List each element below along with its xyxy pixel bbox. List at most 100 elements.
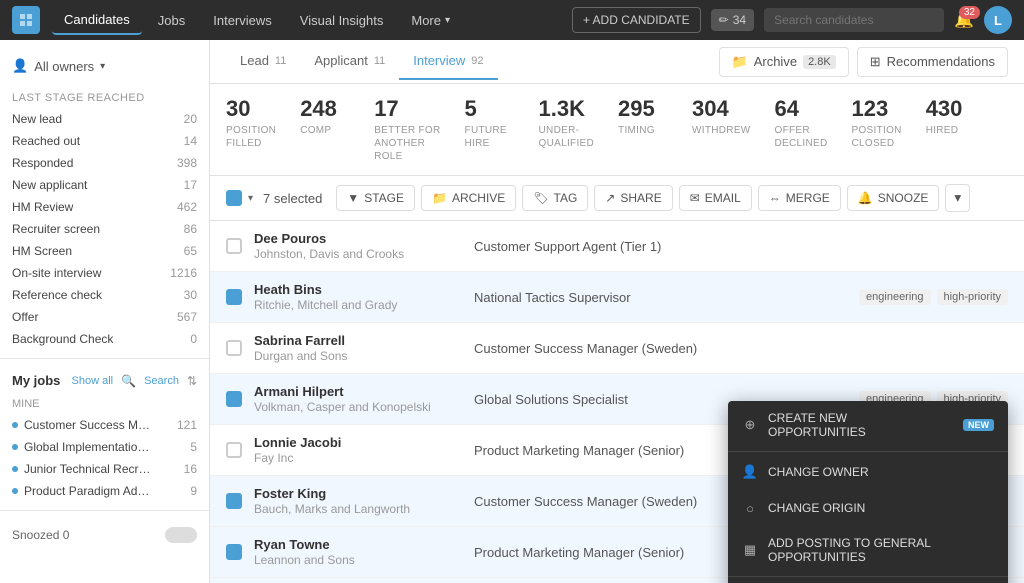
sidebar: 👤 All owners ▾ Last stage reached New le… — [0, 40, 210, 583]
toolbar-email-button[interactable]: ✉EMAIL — [679, 185, 752, 211]
candidate-row[interactable]: Heath Bins Ritchie, Mitchell and Grady N… — [210, 272, 1024, 323]
sidebar-stage-row[interactable]: Reference check30 — [0, 284, 209, 306]
search-input[interactable] — [764, 8, 944, 32]
candidate-tags: engineeringhigh-priority — [859, 289, 1008, 305]
candidate-company: Ritchie, Mitchell and Grady — [254, 298, 474, 312]
sidebar-stage-row[interactable]: Reached out14 — [0, 130, 209, 152]
snoozed-row: Snoozed 0 — [0, 519, 209, 551]
context-menu-icon: ▦ — [742, 542, 758, 558]
select-all-area: ▾ — [226, 190, 253, 206]
stat-item: 304WITHDREW — [692, 96, 751, 163]
mine-label: MINE — [0, 394, 209, 414]
sidebar-stage-row[interactable]: New lead20 — [0, 108, 209, 130]
context-menu-item-4[interactable]: ⊗ CANCEL CAMPAIGNS — [728, 579, 1008, 583]
context-menu-item-1[interactable]: 👤 CHANGE OWNER — [728, 454, 1008, 490]
job-row[interactable]: Product Paradigm Administrator9 — [0, 480, 209, 502]
context-menu-item-0[interactable]: ⊕ CREATE NEW OPPORTUNITIES NEW — [728, 401, 1008, 449]
context-menu-label: CHANGE ORIGIN — [768, 501, 865, 515]
candidate-row[interactable]: Sabrina Farrell Durgan and Sons Customer… — [210, 323, 1024, 374]
nav-interviews[interactable]: Interviews — [201, 7, 284, 34]
context-menu-item-2[interactable]: ○ CHANGE ORIGIN — [728, 490, 1008, 526]
stat-item: 123POSITION CLOSED — [852, 96, 902, 163]
sidebar-stage-row[interactable]: On-site interview1216 — [0, 262, 209, 284]
tab-applicant[interactable]: Applicant11 — [300, 43, 399, 80]
toolbar-merge-button[interactable]: ⇔MERGE — [758, 185, 841, 211]
stats-container: 30POSITION FILLED248COMP17BETTER FOR ANO… — [226, 96, 976, 163]
toolbar-snooze-button[interactable]: 🔔SNOOZE — [847, 185, 940, 211]
nav-visual-insights[interactable]: Visual Insights — [288, 7, 396, 34]
context-menu-icon: ○ — [742, 500, 758, 516]
show-all-link[interactable]: Show all — [72, 375, 114, 387]
row-checkbox[interactable] — [226, 238, 242, 254]
user-avatar[interactable]: L — [984, 6, 1012, 34]
stat-item: 1.3KUNDER- QUALIFIED — [539, 96, 595, 163]
context-menu-items: ⊕ CREATE NEW OPPORTUNITIES NEW 👤 CHANGE … — [728, 401, 1008, 583]
candidate-row[interactable]: Dee Pouros Johnston, Davis and Crooks Cu… — [210, 221, 1024, 272]
nav-jobs[interactable]: Jobs — [146, 7, 197, 34]
job-row[interactable]: Customer Success Manager (…121 — [0, 414, 209, 436]
stat-item: 248COMP — [300, 96, 350, 163]
tab-lead[interactable]: Lead11 — [226, 43, 300, 80]
row-checkbox[interactable] — [226, 442, 242, 458]
tabs-right: 📁 Archive 2.8K ⊞ Recommendations — [719, 47, 1008, 77]
add-candidate-button[interactable]: + ADD CANDIDATE — [572, 7, 701, 33]
nav-more[interactable]: More ▾ — [399, 7, 462, 34]
dropdown-icon-small[interactable]: ▾ — [248, 193, 253, 204]
candidate-info: Dee Pouros Johnston, Davis and Crooks — [254, 231, 474, 261]
candidate-name: Foster King — [254, 486, 474, 501]
sidebar-stage-row[interactable]: Responded398 — [0, 152, 209, 174]
row-checkbox[interactable] — [226, 289, 242, 305]
row-checkbox[interactable] — [226, 391, 242, 407]
tab-interview[interactable]: Interview92 — [399, 43, 497, 80]
recommendations-tab[interactable]: ⊞ Recommendations — [857, 47, 1008, 77]
main-content: Lead11Applicant11Interview92 📁 Archive 2… — [210, 40, 1024, 583]
notification-button[interactable]: 🔔 32 — [954, 10, 974, 30]
my-jobs-title: My jobs — [12, 373, 60, 388]
candidate-info: Foster King Bauch, Marks and Langworth — [254, 486, 474, 516]
row-checkbox[interactable] — [226, 340, 242, 356]
edit-badge[interactable]: ✏ 34 — [711, 9, 754, 31]
candidate-list: Dee Pouros Johnston, Davis and Crooks Cu… — [210, 221, 1024, 583]
job-row[interactable]: Global Implementation Coordin…5 — [0, 436, 209, 458]
sort-icon[interactable]: ⇅ — [187, 374, 197, 388]
search-icon[interactable]: 🔍 — [121, 374, 136, 388]
tag-pill: high-priority — [937, 289, 1008, 305]
snoozed-toggle[interactable] — [165, 527, 197, 543]
owner-filter[interactable]: 👤 All owners ▾ — [0, 52, 209, 84]
sidebar-stage-row[interactable]: HM Screen65 — [0, 240, 209, 262]
nav-candidates[interactable]: Candidates — [52, 6, 142, 35]
archive-tab[interactable]: 📁 Archive 2.8K — [719, 47, 849, 77]
sidebar-stage-row[interactable]: Background Check0 — [0, 328, 209, 350]
search-link[interactable]: Search — [144, 375, 179, 387]
job-row[interactable]: Junior Technical Recruiter16 — [0, 458, 209, 480]
main-tabs: Lead11Applicant11Interview92 — [226, 43, 498, 80]
candidate-info: Armani Hilpert Volkman, Casper and Konop… — [254, 384, 474, 414]
candidate-info: Heath Bins Ritchie, Mitchell and Grady — [254, 282, 474, 312]
new-badge: NEW — [963, 419, 994, 431]
stat-item: 430HIRED — [926, 96, 976, 163]
sidebar-stage-row[interactable]: Offer567 — [0, 306, 209, 328]
context-menu-label: ADD POSTING TO GENERAL OPPORTUNITIES — [768, 536, 994, 564]
candidate-role: Customer Support Agent (Tier 1) — [474, 239, 1008, 254]
tabs-bar: Lead11Applicant11Interview92 📁 Archive 2… — [210, 40, 1024, 84]
candidate-name: Lonnie Jacobi — [254, 435, 474, 450]
select-all-checkbox[interactable] — [226, 190, 242, 206]
my-jobs-actions: Show all 🔍 Search ⇅ — [72, 374, 197, 388]
toolbar-share-button[interactable]: ↗SHARE — [594, 185, 672, 211]
toolbar-stage-button[interactable]: ▼STAGE — [336, 185, 415, 211]
candidate-name: Armani Hilpert — [254, 384, 474, 399]
sidebar-stage-row[interactable]: HM Review462 — [0, 196, 209, 218]
toolbar-tag-button[interactable]: 🏷TAG — [522, 185, 588, 211]
candidate-company: Volkman, Casper and Konopelski — [254, 400, 474, 414]
context-menu-item-3[interactable]: ▦ ADD POSTING TO GENERAL OPPORTUNITIES — [728, 526, 1008, 574]
sidebar-stage-row[interactable]: New applicant17 — [0, 174, 209, 196]
row-checkbox[interactable] — [226, 544, 242, 560]
main-layout: 👤 All owners ▾ Last stage reached New le… — [0, 40, 1024, 583]
sidebar-stage-row[interactable]: Recruiter screen86 — [0, 218, 209, 240]
candidate-name: Heath Bins — [254, 282, 474, 297]
archive-count: 2.8K — [803, 55, 836, 69]
row-checkbox[interactable] — [226, 493, 242, 509]
toolbar-more-button[interactable]: ▾ — [945, 184, 970, 212]
notification-badge: 32 — [959, 6, 980, 19]
toolbar-archive-button[interactable]: 📁ARCHIVE — [421, 185, 516, 211]
